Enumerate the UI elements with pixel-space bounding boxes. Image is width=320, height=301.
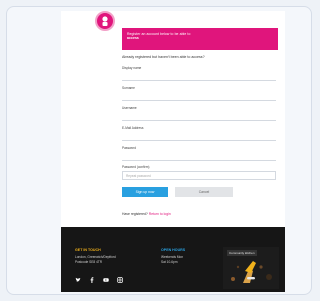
youtube-icon[interactable]	[103, 277, 109, 283]
footer-promo-label: Community kitchen	[227, 250, 257, 256]
registration-banner: Register an account below to be able to …	[122, 28, 278, 50]
sign-up-button[interactable]: Sign up now	[122, 187, 168, 197]
cancel-button[interactable]: Cancel	[175, 187, 233, 197]
footer-contact-title: GET IN TOUCH	[75, 248, 101, 252]
footer-hours: OPEN HOURS Weekends Mon Sat 10-6pm	[161, 248, 185, 265]
password-confirm-field[interactable]	[122, 171, 276, 180]
facebook-icon[interactable]	[89, 277, 95, 283]
preview-card: Register an account below to be able to …	[6, 6, 312, 295]
footer-contact: GET IN TOUCH London, Greenwich/Deptford …	[75, 248, 116, 265]
form-intro: Already registered but haven't been able…	[122, 55, 205, 59]
footer-hours-text: Weekends Mon Sat 10-6pm	[161, 255, 185, 265]
brand-logo[interactable]	[95, 11, 115, 31]
password-confirm-label: Password (confirm)	[122, 165, 150, 169]
twitter-icon[interactable]	[75, 277, 81, 283]
footer-promo-image: Community kitchen	[223, 247, 279, 289]
surname-label: Surname	[122, 86, 135, 90]
password-field[interactable]	[122, 152, 276, 161]
instagram-icon[interactable]	[117, 277, 123, 283]
site-footer: GET IN TOUCH London, Greenwich/Deptford …	[61, 227, 285, 292]
registration-page: Register an account below to be able to …	[61, 11, 285, 292]
banner-text: Register an account below to be able to	[127, 32, 191, 36]
footer-hours-title: OPEN HOURS	[161, 248, 186, 252]
login-prompt: Have registered? Return to login	[122, 212, 171, 216]
display-name-label: Display name	[122, 66, 142, 70]
footer-hours-line: Sat 10-6pm	[161, 260, 178, 264]
password-label: Password	[122, 146, 136, 150]
email-field[interactable]	[122, 132, 276, 141]
email-label: E-Mail Address	[122, 126, 144, 130]
footer-contact-text: London, Greenwich/Deptford Postcode SE8 …	[75, 255, 116, 265]
login-prompt-text: Have registered?	[122, 212, 149, 216]
social-links	[75, 277, 123, 283]
username-label: Username	[122, 106, 137, 110]
footer-contact-line: Postcode SE8 4TR	[75, 260, 103, 264]
banner-emphasis: access	[127, 36, 139, 41]
username-field[interactable]	[122, 112, 276, 121]
login-link[interactable]: Return to login	[149, 212, 171, 216]
display-name-field[interactable]	[122, 72, 276, 81]
surname-field[interactable]	[122, 92, 276, 101]
